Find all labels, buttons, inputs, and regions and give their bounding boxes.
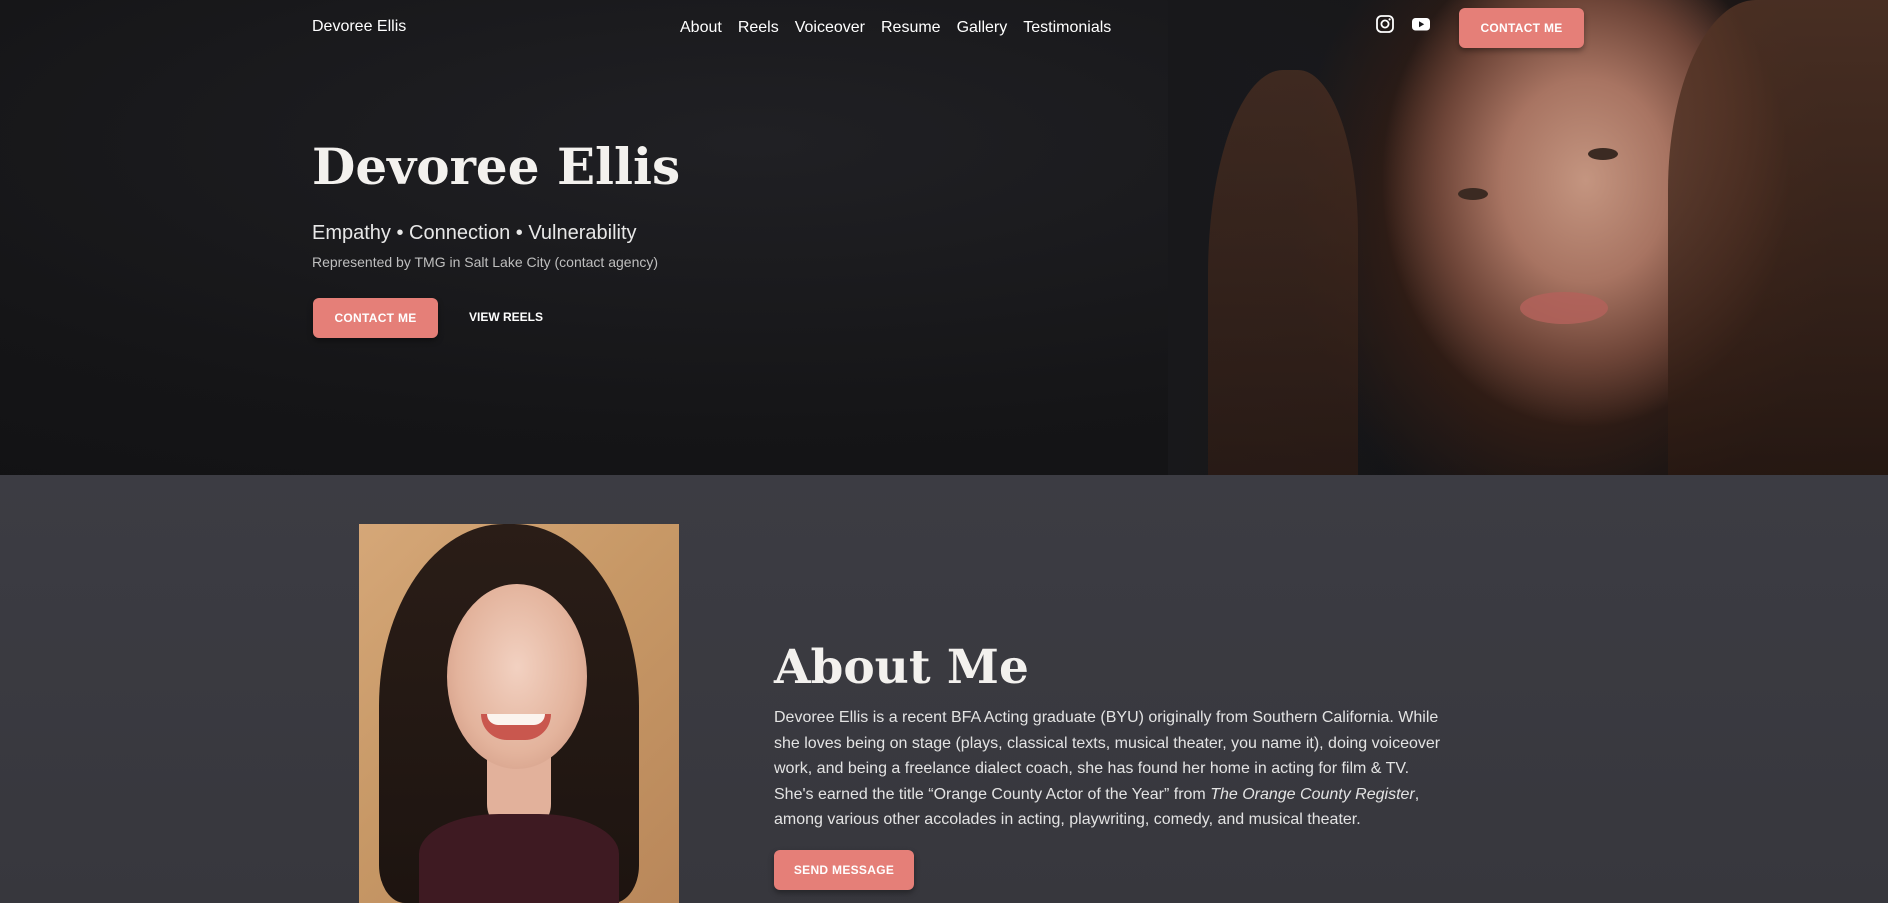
- main-nav: About Reels Voiceover Resume Gallery Tes…: [680, 19, 1111, 37]
- nav-link-resume[interactable]: Resume: [881, 19, 941, 37]
- hair-right: [1668, 0, 1888, 475]
- hair-left: [1208, 70, 1358, 475]
- face: [447, 584, 587, 769]
- nav-link-testimonials[interactable]: Testimonials: [1023, 19, 1111, 37]
- eye-left: [1458, 188, 1488, 200]
- hero-portrait-image: [1168, 0, 1888, 475]
- youtube-icon[interactable]: [1411, 14, 1431, 34]
- eye-right: [1588, 148, 1618, 160]
- site-brand[interactable]: Devoree Ellis: [312, 18, 406, 36]
- nav-link-about[interactable]: About: [680, 19, 722, 37]
- about-paragraph: Devoree Ellis is a recent BFA Acting gra…: [774, 705, 1449, 833]
- nav-link-voiceover[interactable]: Voiceover: [795, 19, 865, 37]
- instagram-icon[interactable]: [1375, 14, 1395, 34]
- view-reels-link[interactable]: VIEW REELS: [469, 310, 543, 324]
- hero-title: Devoree Ellis: [312, 137, 681, 196]
- lips: [1520, 292, 1608, 324]
- hero-section: Devoree Ellis About Reels Voiceover Resu…: [0, 0, 1888, 475]
- social-links: [1375, 14, 1431, 34]
- about-text-publication: The Orange County Register: [1210, 785, 1415, 803]
- send-message-button[interactable]: SEND MESSAGE: [774, 850, 914, 890]
- hero-tagline: Empathy • Connection • Vulnerability: [312, 222, 637, 244]
- about-section: About Me Devoree Ellis is a recent BFA A…: [0, 475, 1888, 903]
- hero-agency-note: Represented by TMG in Salt Lake City (co…: [312, 254, 659, 270]
- about-headshot-image: [359, 524, 679, 903]
- hero-contact-button[interactable]: CONTACT ME: [313, 298, 438, 338]
- nav-link-gallery[interactable]: Gallery: [957, 19, 1008, 37]
- shirt: [419, 814, 619, 903]
- about-title: About Me: [774, 640, 1029, 695]
- nav-contact-button[interactable]: CONTACT ME: [1459, 8, 1584, 48]
- teeth: [487, 714, 545, 725]
- nav-link-reels[interactable]: Reels: [738, 19, 779, 37]
